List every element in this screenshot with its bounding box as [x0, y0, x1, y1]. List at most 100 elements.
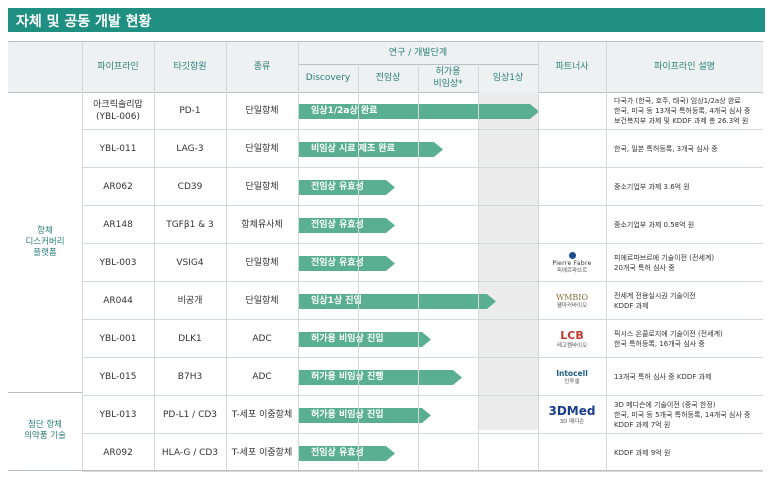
- column-divider: [358, 64, 359, 470]
- header-target: 타깃항원: [173, 62, 207, 72]
- partner-korean-name: 인투셀: [564, 378, 580, 385]
- stage-progress-arrow: 임상1상 진입: [299, 294, 496, 309]
- target-antigen: PD-L1 / CD3: [162, 410, 218, 420]
- stage-label: 비임상 시료 제조 완료: [311, 144, 395, 154]
- partner-korean-name: 웰마커바이오: [556, 302, 588, 309]
- pipeline-name: YBL-015: [99, 372, 137, 382]
- pipeline-name: YBL-011: [99, 144, 137, 154]
- partner-cell: 3DMed 3D 메디슨: [538, 396, 606, 434]
- stage-progress-arrow: 허가용 비임상 진입: [299, 408, 431, 423]
- target-antigen: CD39: [177, 182, 203, 192]
- column-divider: [478, 64, 479, 470]
- pipeline-name: YBL-001: [99, 334, 137, 344]
- partner-logo: LCB: [560, 328, 584, 342]
- stage-label: 전임상 유효성: [311, 220, 364, 230]
- description-line: 다국가 (한국, 호주, 태국) 임상1/2a상 완료: [614, 97, 741, 105]
- column-divider: [606, 42, 607, 470]
- pipeline-name: YBL-003: [99, 258, 137, 268]
- modality-type: 단일항체: [245, 182, 279, 192]
- pipeline-name: AR148: [103, 220, 133, 230]
- description-line: KDDF 과제: [614, 302, 649, 310]
- header-type: 종류: [253, 62, 271, 72]
- modality-type: 단일항체: [245, 106, 279, 116]
- stage-label: 전임상 유효성: [311, 258, 364, 268]
- description-line: 픽시스 온콜로지에 기술이전 (전세계): [614, 330, 723, 338]
- partner-logo: WMBIO: [555, 292, 588, 302]
- description-line: 한국, 미국 등 5개국 특허등록, 14개국 심사 중: [614, 411, 751, 419]
- description-line: 중소기업부 과제 0.58억 원: [614, 221, 695, 229]
- pipeline-name: AR044: [103, 296, 133, 306]
- description-line: 중소기업부 과제 3.6억 원: [614, 183, 690, 191]
- modality-type: T-세포 이중항체: [231, 448, 293, 458]
- stage-progress-arrow: 허가용 비임상 진입: [299, 332, 431, 347]
- modality-type: ADC: [252, 334, 272, 344]
- column-divider: [226, 42, 227, 470]
- description-line: 3D 메디슨에 기술이전 (중국 한정): [614, 401, 716, 409]
- description-line: 한국, 미국 등 13개국 특허등록, 4개국 심사 중: [614, 107, 751, 115]
- column-divider: [418, 64, 419, 470]
- stage-label: 임상1상 진입: [311, 296, 362, 306]
- target-antigen: HLA-G / CD3: [161, 448, 219, 458]
- header-stage-phase1: 임상1상: [492, 73, 524, 83]
- modality-type: ADC: [252, 372, 272, 382]
- pipeline-description: 다국가 (한국, 호주, 태국) 임상1/2a상 완료한국, 미국 등 13개국…: [614, 92, 764, 130]
- target-antigen: B7H3: [177, 372, 203, 382]
- pipeline-description: 중소기업부 과제 0.58억 원: [614, 206, 764, 244]
- stage-progress-arrow: 전임상 유효성: [299, 256, 395, 271]
- pipeline-description: 중소기업부 과제 3.6억 원: [614, 168, 764, 206]
- pipeline-description: 13개국 특허 심사 중 KDDF 과제: [614, 358, 764, 396]
- description-line: 한국 특허등록, 16개국 심사 중: [614, 340, 705, 348]
- target-antigen: PD-1: [179, 106, 201, 116]
- stage-label: 전임상 유효성: [311, 448, 364, 458]
- pipeline-table: 파이프라인 타깃항원 종류 연구 / 개발단계 Discovery 전임상 허가…: [8, 41, 764, 472]
- pipeline-name: AR062: [103, 182, 133, 192]
- description-line: KDDF 과제 9억 원: [614, 449, 671, 457]
- partner-cell: Intocell 인투셀: [538, 358, 606, 396]
- partner-logo: Intocell: [556, 368, 588, 378]
- header-partner: 파트너사: [555, 62, 589, 72]
- description-line: 피에르파브르에 기술이전 (전세계): [614, 254, 715, 262]
- description-line: 전세계 전용실시권 기술이전: [614, 292, 696, 300]
- header-pipeline: 파이프라인: [97, 62, 139, 72]
- partner-cell: Pierre Fabre 피에르파브르: [538, 244, 606, 282]
- platform-advanced-antibody: 첨단 항체 의약품 기술: [24, 420, 66, 441]
- partner-logo: 3DMed: [548, 404, 596, 418]
- description-line: 보건복지부 과제 및 KDDF 과제 총 26.3억 원: [614, 117, 749, 125]
- pipeline-description: 3D 메디슨에 기술이전 (중국 한정) 한국, 미국 등 5개국 특허등록, 1…: [614, 396, 764, 434]
- pierre-fabre-emblem-icon: [568, 251, 576, 259]
- header-stage-preclinical: 전임상: [375, 73, 401, 83]
- partner-korean-name: 레고켐바이오: [556, 342, 588, 349]
- column-divider: [298, 42, 299, 470]
- modality-type: T-세포 이중항체: [231, 410, 293, 420]
- pipeline-description: 한국, 일본 특허등록, 3개국 심사 중: [614, 130, 764, 168]
- platform-antibody-discovery: 항체 디스커버리 플랫폼: [25, 225, 65, 258]
- stage-progress-arrow: 비임상 시료 제조 완료: [299, 142, 443, 157]
- target-antigen: LAG-3: [176, 144, 204, 154]
- stage-progress-arrow: 전임상 유효성: [299, 218, 395, 233]
- modality-type: 항체유사체: [241, 220, 283, 230]
- pipeline-description: 피에르파브르에 기술이전 (전세계) 20개국 특허 심사 중: [614, 244, 764, 282]
- target-antigen: 비공개: [177, 296, 203, 306]
- target-antigen: TGFβ1 & 3: [166, 220, 214, 230]
- pipeline-name: AR092: [103, 448, 133, 458]
- stage-progress-arrow: 허가용 비임상 진행: [299, 370, 462, 385]
- header-stage-discovery: Discovery: [305, 73, 351, 83]
- stage-progress-arrow: 전임상 유효성: [299, 446, 395, 461]
- modality-type: 단일항체: [245, 258, 279, 268]
- header-stage-ind-enabling: 허가용 비임상*: [433, 67, 463, 89]
- description-line: 20개국 특허 심사 중: [614, 264, 675, 272]
- stage-progress-arrow: 전임상 유효성: [299, 180, 395, 195]
- stage-label: 허가용 비임상 진행: [311, 372, 384, 382]
- description-line: 13개국 특허 심사 중 KDDF 과제: [614, 373, 712, 381]
- stage-label: 임상1/2a상 완료: [311, 106, 378, 116]
- stage-label: 허가용 비임상 진입: [311, 334, 384, 344]
- stage-progress-arrow: 임상1/2a상 완료: [299, 104, 539, 119]
- partner-cell: LCB 레고켐바이오: [538, 320, 606, 358]
- column-divider: [82, 42, 83, 470]
- header-stage-group: 연구 / 개발단계: [388, 48, 448, 58]
- column-divider: [154, 42, 155, 470]
- title-bar: 자체 및 공동 개발 현황: [8, 8, 765, 32]
- stage-label: 허가용 비임상 진입: [311, 410, 384, 420]
- modality-type: 단일항체: [245, 144, 279, 154]
- column-divider: [538, 42, 539, 470]
